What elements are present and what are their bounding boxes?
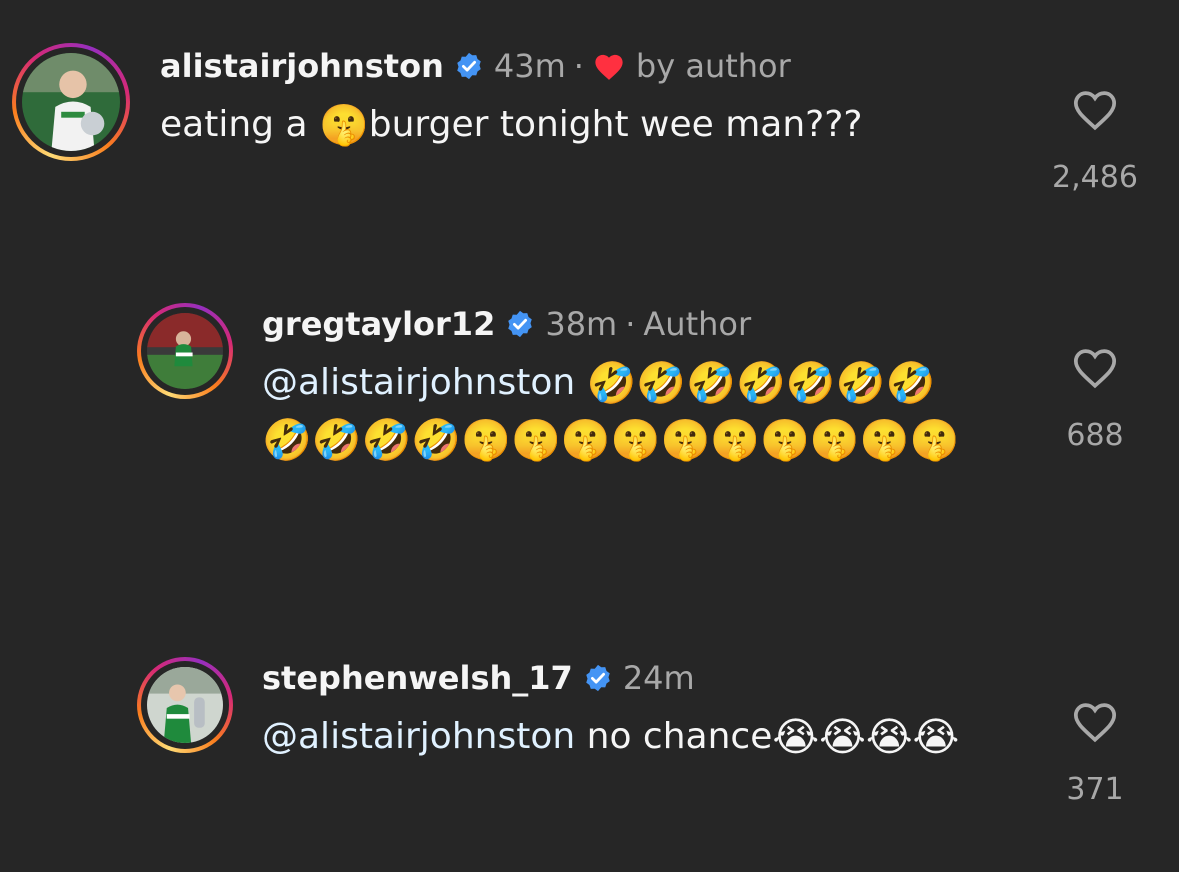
like-count: 688 (1066, 418, 1124, 453)
avatar[interactable] (137, 303, 233, 399)
like-count: 2,486 (1052, 160, 1138, 195)
liked-by-author-label: by author (635, 47, 791, 85)
comment-alistairjohnston: alistairjohnston 43m · by author eating … (0, 0, 1179, 250)
comments-thread: alistairjohnston 43m · by author eating … (0, 0, 1179, 872)
comment-text-after: burger tonight wee man??? (368, 104, 863, 145)
comment-stephenwelsh_17: stephenwelsh_17 24m @alistairjohnston no… (0, 635, 1179, 872)
separator-dot: · (573, 47, 584, 85)
like-button[interactable] (1070, 344, 1120, 390)
comment-body: @alistairjohnston no chance😭😭😭😭 (262, 709, 982, 766)
avatar-photo-icon (147, 667, 223, 743)
heart-filled-red-icon (592, 51, 626, 81)
avatar[interactable] (137, 657, 233, 753)
mention-link[interactable]: @alistairjohnston (262, 716, 575, 757)
verified-badge-icon (505, 309, 535, 339)
heart-outline-icon (1073, 91, 1117, 131)
comment-time: 38m (545, 305, 618, 343)
avatar-photo-icon (147, 313, 223, 389)
like-button[interactable] (1070, 86, 1120, 132)
heart-outline-icon (1073, 349, 1117, 389)
like-count: 371 (1066, 772, 1124, 807)
like-button[interactable] (1070, 698, 1120, 744)
crying-face-emojis: 😭😭😭😭 (772, 714, 960, 761)
avatar[interactable] (12, 43, 130, 161)
comment-gregtaylor12: gregtaylor12 38m · Author @alistairjohns… (0, 280, 1179, 560)
comment-time: 24m (622, 659, 695, 697)
verified-badge-icon (454, 51, 484, 81)
mention-link[interactable]: @alistairjohnston (262, 362, 575, 403)
comment-text-before: eating a (160, 104, 308, 145)
verified-badge-icon (583, 663, 613, 693)
author-tag: Author (643, 305, 752, 343)
comment-time: 43m (493, 47, 566, 85)
comment-text: no chance (586, 716, 773, 757)
comment-body: eating a 🤫burger tonight wee man??? (160, 97, 862, 154)
username[interactable]: alistairjohnston (160, 46, 444, 86)
username[interactable]: gregtaylor12 (262, 304, 495, 344)
shushing-face-emoji: 🤫 (318, 102, 369, 149)
separator-dot: · (625, 305, 636, 343)
username[interactable]: stephenwelsh_17 (262, 658, 573, 698)
avatar-photo-icon (22, 53, 120, 151)
comment-body: @alistairjohnston 🤣🤣🤣🤣🤣🤣🤣🤣🤣🤣🤣🤫🤫🤫🤫🤫🤫🤫🤫🤫🤫 (262, 355, 982, 468)
heart-outline-icon (1073, 703, 1117, 743)
